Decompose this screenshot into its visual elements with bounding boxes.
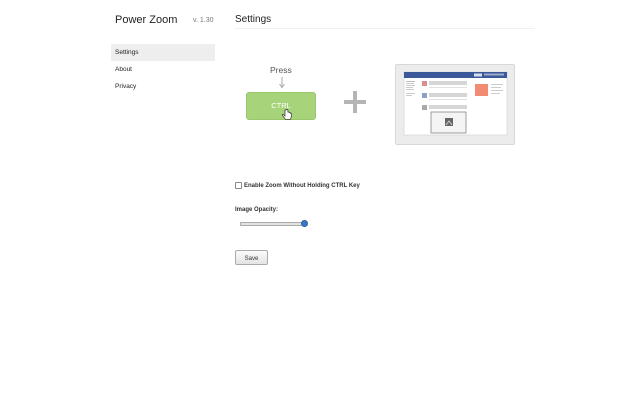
sidebar-item-about[interactable]: About <box>111 61 215 78</box>
zoom-illustration: Press CTRL <box>235 55 535 155</box>
app-title: Power Zoom <box>115 14 178 26</box>
sidebar-nav: Settings About Privacy <box>111 44 215 95</box>
hand-cursor-icon <box>282 109 292 120</box>
slider-thumb[interactable] <box>301 220 308 227</box>
sidebar-item-privacy[interactable]: Privacy <box>111 78 215 95</box>
enable-zoom-checkbox[interactable] <box>235 182 242 189</box>
plus-icon <box>344 91 366 113</box>
press-label: Press <box>270 65 292 75</box>
image-opacity-slider[interactable] <box>240 219 308 227</box>
webpage-preview-icon <box>403 71 508 136</box>
page-title: Settings <box>235 14 272 25</box>
sidebar-item-settings[interactable]: Settings <box>111 44 215 61</box>
title-divider <box>235 28 535 29</box>
save-button[interactable]: Save <box>235 250 268 265</box>
webpage-preview <box>395 64 515 145</box>
enable-zoom-option[interactable]: Enable Zoom Without Holding CTRL Key <box>235 182 360 189</box>
version-label: v. 1.30 <box>193 17 214 24</box>
ctrl-key: CTRL <box>246 92 316 120</box>
enable-zoom-label: Enable Zoom Without Holding CTRL Key <box>244 182 360 189</box>
arrow-down-icon <box>279 77 285 89</box>
slider-track[interactable] <box>240 222 306 226</box>
image-opacity-label: Image Opacity: <box>235 207 279 213</box>
